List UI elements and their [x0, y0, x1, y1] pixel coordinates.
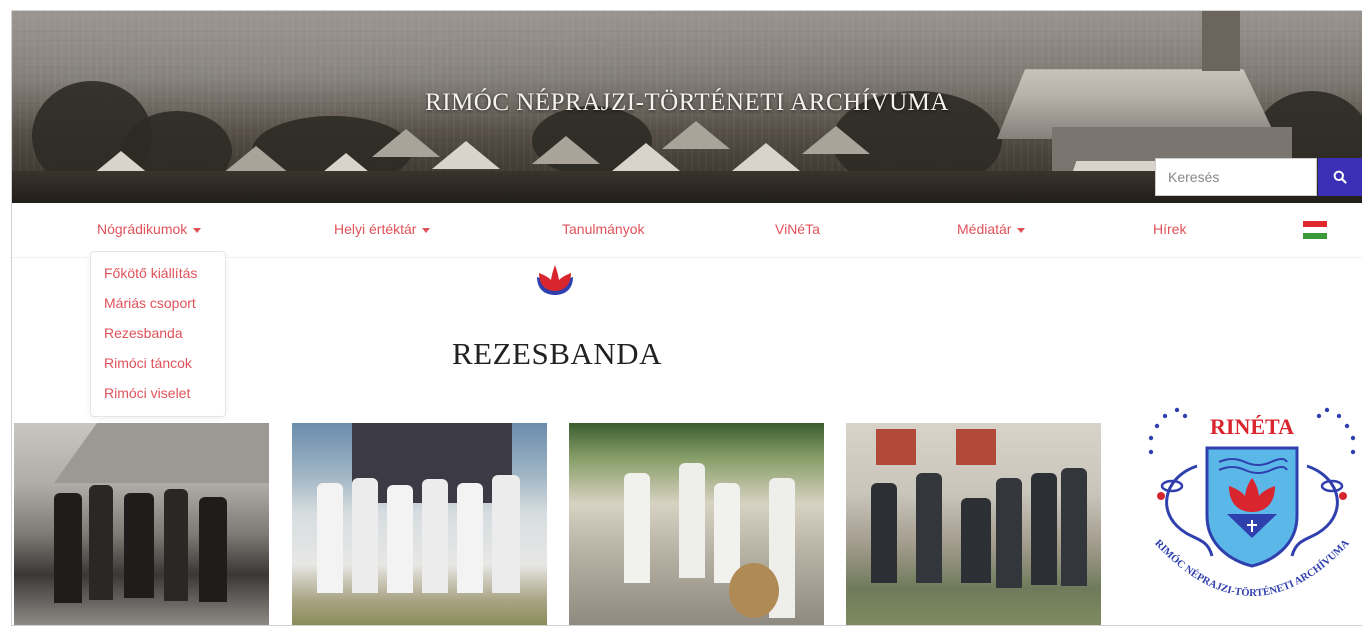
page-title: REZESBANDA — [452, 336, 662, 371]
nogradikumok-dropdown: Főkötő kiállítás Máriás csoport Rezesban… — [90, 251, 226, 417]
banner-tower — [1202, 11, 1240, 71]
hungarian-flag-icon[interactable] — [1303, 221, 1327, 239]
nav-item-label: Nógrádikumok — [97, 221, 188, 237]
photo-brass-band-4[interactable] — [846, 423, 1101, 625]
dropdown-item-rezesbanda[interactable]: Rezesbanda — [91, 320, 225, 350]
caret-down-icon — [422, 227, 431, 233]
nav-item-label: Médiatár — [957, 221, 1012, 237]
nav-item-label: Hírek — [1153, 221, 1187, 237]
dropdown-item-rimoci-tancok[interactable]: Rimóci táncok — [91, 350, 225, 380]
rineta-logo: RINÉTA RIMÓC NÉPRAJZI-TÖRTÉNETI ARCHÍVUM… — [1148, 407, 1356, 599]
tulip-icon — [537, 265, 573, 295]
banner-roof — [222, 146, 290, 174]
nav-item-nogradikumok[interactable]: Nógrádikumok — [97, 221, 202, 237]
banner-roof — [662, 121, 730, 149]
nav-item-hirek[interactable]: Hírek — [1153, 221, 1186, 237]
banner-roof — [732, 143, 800, 171]
photo-brass-band-3[interactable] — [569, 423, 824, 625]
dropdown-item-fokoto-kiallitas[interactable]: Főkötő kiállítás — [91, 260, 225, 290]
nav-item-label: Helyi értéktár — [334, 221, 417, 237]
main-nav: Nógrádikumok Helyi értéktár Tanulmányok … — [12, 203, 1362, 258]
banner-roof — [802, 126, 870, 154]
nav-item-helyi-ertektar[interactable]: Helyi értéktár — [334, 221, 431, 237]
page-frame: RIMÓC NÉPRAJZI-TÖRTÉNETI ARCHÍVUMA Nógrá… — [11, 10, 1362, 626]
caret-down-icon — [1017, 227, 1026, 233]
search-icon — [1333, 170, 1347, 184]
banner-roof — [432, 141, 500, 169]
dropdown-item-rimoci-viselet[interactable]: Rimóci viselet — [91, 380, 225, 410]
banner-roof — [532, 136, 600, 164]
search-input[interactable] — [1155, 158, 1317, 196]
logo-name: RINÉTA — [1210, 414, 1294, 439]
nav-item-label: ViNéTa — [775, 221, 820, 237]
photo-brass-band-2[interactable] — [292, 423, 547, 625]
nav-item-mediatar[interactable]: Médiatár — [957, 221, 1026, 237]
nav-item-label: Tanulmányok — [562, 221, 645, 237]
banner-roof — [372, 129, 440, 157]
caret-down-icon — [193, 227, 202, 233]
search-button[interactable] — [1318, 158, 1362, 196]
dropdown-item-marias-csoport[interactable]: Máriás csoport — [91, 290, 225, 320]
site-title: RIMÓC NÉPRAJZI-TÖRTÉNETI ARCHÍVUMA — [425, 89, 949, 116]
nav-item-tanulmanyok[interactable]: Tanulmányok — [562, 221, 645, 237]
photo-brass-band-1[interactable] — [14, 423, 269, 625]
nav-item-vineta[interactable]: ViNéTa — [775, 221, 820, 237]
